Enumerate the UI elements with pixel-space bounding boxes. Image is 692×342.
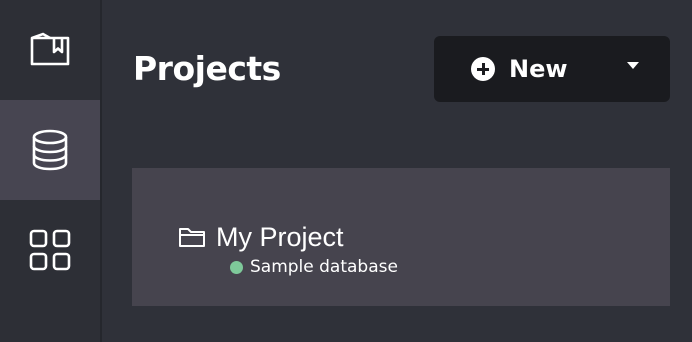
- page-title: Projects: [133, 49, 281, 88]
- database-label: Sample database: [250, 257, 398, 277]
- folder-icon: [178, 226, 206, 253]
- sidebar-item-apps[interactable]: [0, 200, 100, 300]
- plus-circle-icon: [471, 57, 495, 81]
- grid-apps-icon: [29, 229, 71, 271]
- sidebar-item-databases[interactable]: [0, 100, 100, 200]
- sidebar-rail: [0, 0, 102, 342]
- app-window: Projects New My Project Sample database: [0, 0, 692, 342]
- new-button[interactable]: New: [434, 36, 670, 102]
- book-bookmark-icon: [30, 32, 70, 66]
- sidebar-item-bookmarks[interactable]: [0, 0, 100, 100]
- database-icon: [32, 129, 68, 171]
- caret-down-icon[interactable]: [627, 62, 639, 69]
- status-dot: [230, 260, 243, 274]
- project-card[interactable]: My Project Sample database: [132, 168, 670, 306]
- project-database: Sample database: [230, 256, 398, 278]
- project-name: My Project: [216, 222, 344, 252]
- new-button-label: New: [509, 55, 568, 83]
